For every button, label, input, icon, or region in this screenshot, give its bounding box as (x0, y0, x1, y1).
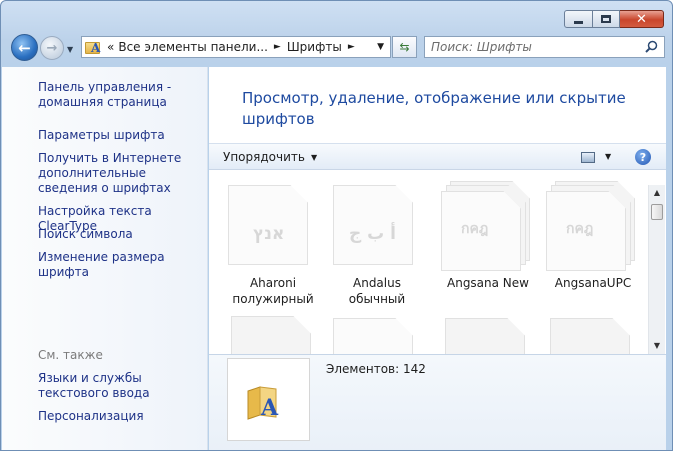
breadcrumb-fonts[interactable]: Шрифты (287, 40, 342, 54)
recent-pages-button[interactable]: ▼ (67, 45, 73, 54)
command-bar: Упорядочить ▼ ▼ ? (209, 143, 666, 170)
address-bar[interactable]: A « Все элементы панели... ► Шрифты ► ▼ (81, 36, 391, 58)
font-file-icon[interactable] (550, 318, 630, 354)
font-file-icon[interactable] (445, 318, 525, 354)
help-icon[interactable]: ? (635, 149, 651, 165)
breadcrumb-control-panel[interactable]: Все элементы панели... (118, 40, 268, 54)
item-count: Элементов: 142 (326, 362, 426, 376)
refresh-button[interactable]: ⇆ (392, 36, 417, 58)
close-icon: ✕ (636, 11, 647, 27)
font-name: Andalus обычный (348, 276, 406, 306)
breadcrumb-separator-icon[interactable]: ► (274, 42, 281, 52)
explorer-window: ✕ ← → ▼ A « Все элементы панели... ► Шри… (0, 0, 673, 451)
change-view-icon[interactable] (581, 152, 595, 163)
font-file-icon[interactable] (231, 316, 311, 354)
sidebar-link-font-size[interactable]: Изменение размера шрифта (38, 250, 207, 280)
chevron-down-icon: ▼ (67, 45, 74, 54)
arrow-left-icon: ← (18, 38, 31, 57)
minimize-button[interactable] (564, 10, 593, 28)
organize-button[interactable]: Упорядочить ▼ (223, 150, 317, 164)
refresh-icon: ⇆ (399, 40, 410, 54)
svg-text:A: A (260, 395, 279, 421)
font-grid: אנץ Aharoni полужирный أ ب ج Andalus обы… (209, 171, 656, 354)
font-sample: אנץ (253, 224, 285, 244)
font-file-icon[interactable] (333, 318, 413, 354)
scroll-up-icon[interactable]: ▲ (649, 185, 665, 201)
back-button[interactable]: ← (11, 34, 38, 61)
vertical-scrollbar[interactable]: ▲ ▼ (648, 185, 665, 354)
caption-buttons: ✕ (564, 10, 664, 28)
sidebar-link-languages[interactable]: Языки и службы текстового ввода (38, 371, 208, 401)
address-dropdown-icon[interactable]: ▼ (377, 42, 384, 52)
search-placeholder: Поиск: Шрифты (431, 40, 532, 54)
font-name: Aharoni полужирный (232, 276, 314, 306)
task-pane: Панель управления - домашняя страница Па… (2, 67, 208, 450)
main-content: Просмотр, удаление, отображение или скры… (209, 67, 666, 354)
breadcrumb-separator-icon[interactable]: ► (348, 42, 355, 52)
font-name: AngsanaUPC (554, 276, 632, 290)
close-button[interactable]: ✕ (620, 10, 664, 28)
search-icon (645, 40, 658, 53)
arrow-right-icon: → (46, 40, 58, 56)
sidebar-link-font-settings[interactable]: Параметры шрифта (38, 128, 165, 143)
sidebar-link-personalization[interactable]: Персонализация (38, 409, 144, 424)
font-sample: กคฎ (461, 221, 489, 237)
forward-button[interactable]: → (40, 36, 64, 60)
font-sample: أ ب ج (349, 224, 396, 244)
see-also-heading: См. также (38, 348, 103, 362)
details-pane: A Элементов: 142 (209, 354, 666, 450)
search-input[interactable]: Поиск: Шрифты (424, 36, 665, 58)
breadcrumb-overflow[interactable]: « (107, 40, 114, 54)
sidebar-link-get-more-fonts-info[interactable]: Получить в Интернете дополнительные свед… (38, 151, 206, 196)
scroll-thumb[interactable] (651, 204, 663, 220)
sidebar-link-control-panel-home[interactable]: Панель управления - домашняя страница (38, 80, 188, 110)
maximize-button[interactable] (593, 10, 620, 28)
page-title: Просмотр, удаление, отображение или скры… (242, 89, 626, 128)
sidebar-link-find-character[interactable]: Поиск символа (38, 227, 133, 242)
view-options-button[interactable]: ▼ (605, 152, 611, 161)
fonts-folder-icon: A (247, 386, 279, 421)
minimize-icon (574, 20, 583, 24)
maximize-icon (601, 15, 611, 23)
font-sample: กคฎ (566, 221, 594, 237)
chevron-down-icon: ▼ (605, 152, 612, 161)
scroll-down-icon[interactable]: ▼ (649, 338, 665, 354)
organize-label: Упорядочить (223, 150, 305, 164)
details-thumbnail: A (227, 358, 310, 441)
font-name: Angsana New (447, 276, 529, 290)
chevron-down-icon: ▼ (310, 153, 318, 162)
fonts-folder-icon: A (85, 39, 103, 55)
help-glyph: ? (639, 150, 647, 164)
